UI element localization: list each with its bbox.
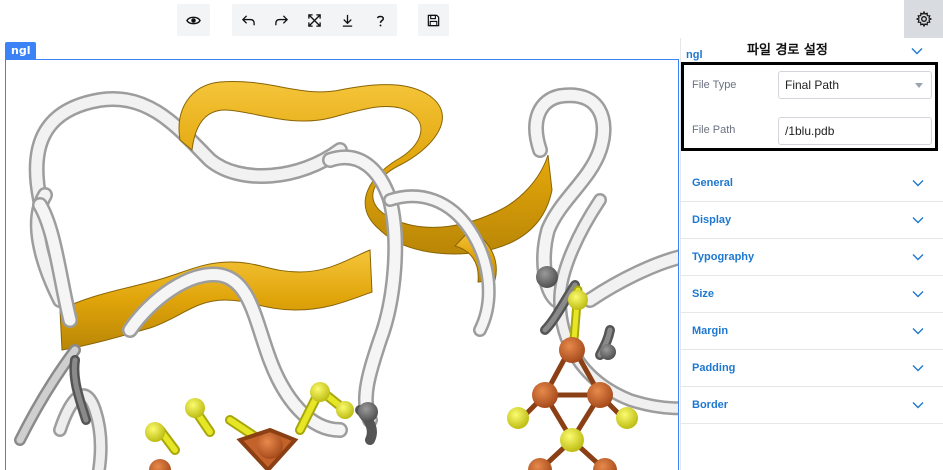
section-size[interactable]: Size — [681, 276, 943, 313]
chevron-down-icon — [912, 402, 924, 409]
file-type-value: Final Path — [785, 78, 840, 92]
component-tag[interactable]: ngl — [5, 42, 37, 60]
section-label: Size — [692, 288, 715, 300]
section-label: Typography — [692, 251, 755, 263]
molecule-structure — [14, 80, 678, 470]
iron-atom — [532, 382, 558, 408]
section-margin[interactable]: Margin — [681, 313, 943, 350]
file-path-label: File Path — [692, 124, 736, 136]
panel-title: 파일 경로 설정 — [747, 43, 828, 58]
section-label: Display — [692, 214, 732, 226]
save-icon[interactable] — [418, 4, 449, 36]
chevron-down-icon — [912, 328, 924, 335]
file-toolbar-group — [418, 4, 449, 36]
undo-icon[interactable] — [232, 4, 265, 36]
help-icon[interactable] — [364, 4, 397, 36]
section-label: General — [692, 177, 733, 189]
file-path-input[interactable]: /1blu.pdb — [778, 117, 932, 145]
sulfur-atom — [568, 290, 588, 310]
carbon-atom — [536, 266, 558, 288]
section-label: Padding — [692, 362, 736, 374]
file-type-select[interactable]: Final Path — [778, 71, 932, 99]
download-icon[interactable] — [331, 4, 364, 36]
view-toolbar-group — [177, 4, 210, 36]
beta-strand-ribbon — [59, 249, 373, 351]
fullscreen-icon[interactable] — [298, 4, 331, 36]
panel-component-name: ngl — [686, 49, 703, 61]
backbone-tube — [385, 191, 494, 335]
eye-icon[interactable] — [177, 4, 210, 36]
molecule-viewer-canvas[interactable] — [5, 59, 679, 470]
file-type-label: File Type — [692, 79, 737, 91]
caret-down-icon — [915, 83, 923, 88]
chevron-down-icon — [912, 180, 924, 187]
section-padding[interactable]: Padding — [681, 350, 943, 387]
backbone-tube — [584, 251, 678, 306]
chevron-down-icon — [912, 365, 924, 372]
backbone-tube — [383, 189, 496, 337]
carbon-atom — [358, 402, 378, 422]
toolbar — [0, 0, 943, 38]
gear-icon[interactable] — [904, 0, 943, 38]
edit-toolbar-group — [232, 4, 397, 36]
chevron-down-icon — [912, 291, 924, 298]
section-border[interactable]: Border — [681, 387, 943, 424]
chevron-down-icon — [912, 254, 924, 261]
redo-icon[interactable] — [265, 4, 298, 36]
section-typography[interactable]: Typography — [681, 239, 943, 276]
iron-atom — [587, 382, 613, 408]
sulfur-atom — [616, 407, 638, 429]
section-display[interactable]: Display — [681, 202, 943, 239]
sulfur-atom — [336, 401, 354, 419]
iron-atom — [149, 459, 171, 470]
panel-header: ngl 파일 경로 설정 — [681, 38, 943, 62]
chevron-down-icon[interactable] — [911, 47, 923, 55]
iron-atom — [559, 337, 585, 363]
iron-atom — [257, 433, 283, 459]
sulfur-atom — [145, 422, 165, 442]
sulfur-atom — [310, 382, 330, 402]
properties-panel: ngl 파일 경로 설정 File Type Final Path File P… — [680, 38, 943, 470]
sulfur-atom — [185, 398, 205, 418]
sulfur-atom — [507, 407, 529, 429]
section-label: Border — [692, 399, 729, 411]
chevron-down-icon — [912, 217, 924, 224]
section-general[interactable]: General — [681, 165, 943, 202]
carbon-atom — [600, 344, 616, 360]
section-label: Margin — [692, 325, 729, 337]
sulfur-atom — [560, 428, 584, 452]
file-settings-box: File Type Final Path File Path /1blu.pdb — [681, 62, 938, 151]
